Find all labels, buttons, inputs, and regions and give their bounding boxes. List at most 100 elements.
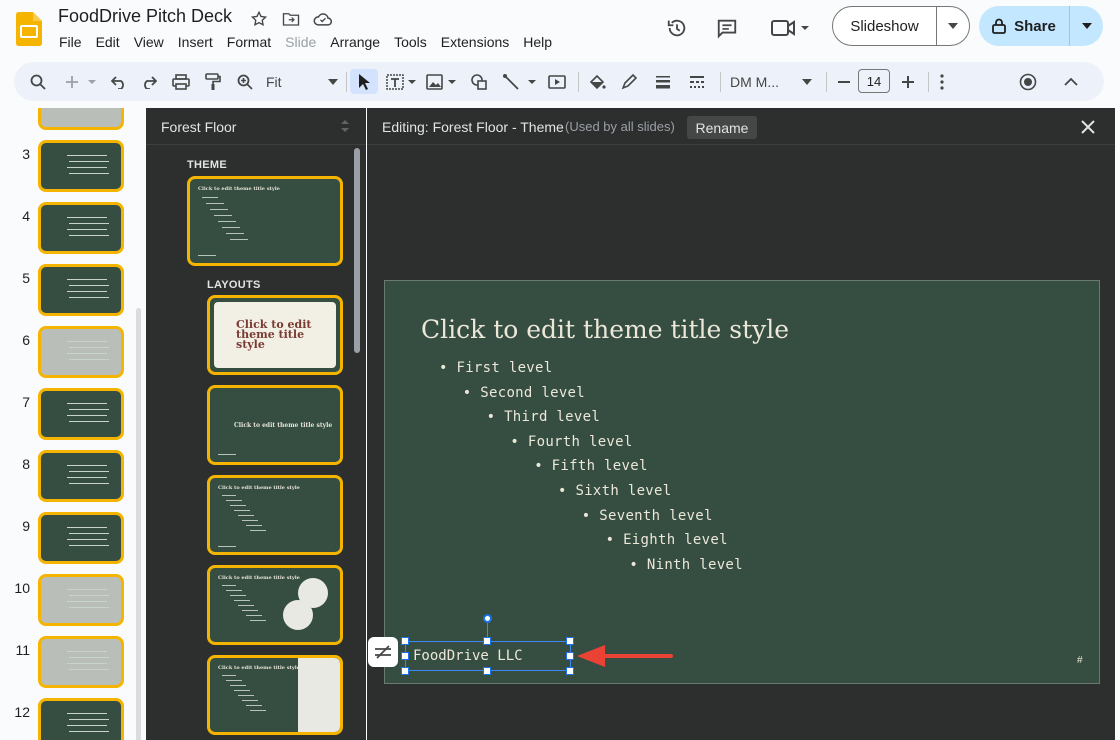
history-icon[interactable]: [662, 12, 692, 44]
bullet-level-9[interactable]: • Ninth level: [629, 557, 743, 573]
move-folder-icon[interactable]: [280, 8, 302, 30]
layout-panel-scrollbar[interactable]: [354, 148, 360, 353]
cloud-saved-icon[interactable]: [312, 8, 334, 30]
footer-text[interactable]: FoodDrive LLC: [413, 648, 523, 664]
search-icon[interactable]: [26, 69, 50, 94]
layout-thumbnail-title-side-image[interactable]: Click to edit theme title style: [207, 655, 343, 735]
layout-thumbnail-section[interactable]: Click to edit theme title style: [207, 385, 343, 465]
font-select[interactable]: DM M...: [730, 69, 812, 94]
slideshow-button[interactable]: Slideshow: [832, 6, 970, 46]
bullet-level-8[interactable]: • Eighth level: [606, 532, 728, 548]
collapse-icon[interactable]: [1060, 69, 1082, 94]
more-icon[interactable]: [934, 69, 950, 94]
bullet-text: Sixth level: [575, 483, 672, 499]
resize-handle[interactable]: [401, 652, 409, 660]
filmstrip-slide[interactable]: 7: [0, 388, 135, 444]
filmstrip-slide[interactable]: 11: [0, 636, 135, 692]
close-icon[interactable]: [1079, 118, 1097, 136]
zoom-select[interactable]: Fit: [266, 69, 338, 94]
fill-color-icon[interactable]: [586, 69, 608, 94]
layout-thumbnail-title-body[interactable]: Click to edit theme title style: [207, 475, 343, 555]
menu-arrange[interactable]: Arrange: [323, 32, 387, 52]
menu-tools[interactable]: Tools: [387, 32, 434, 52]
menu-format[interactable]: Format: [220, 32, 278, 52]
slide-number: 10: [14, 580, 30, 596]
video-icon[interactable]: [546, 69, 568, 94]
layout-thumbnail-title-images[interactable]: Click to edit theme title style: [207, 565, 343, 645]
slide-title-placeholder[interactable]: Click to edit theme title style: [421, 315, 789, 344]
filmstrip-slide[interactable]: 4: [0, 202, 135, 258]
menu-help[interactable]: Help: [516, 32, 559, 52]
bullet-level-7[interactable]: • Seventh level: [582, 508, 713, 524]
resize-handle[interactable]: [566, 652, 574, 660]
border-color-icon[interactable]: [618, 69, 640, 94]
paint-format-icon[interactable]: [202, 69, 224, 94]
bullet-level-6[interactable]: • Sixth level: [558, 483, 672, 499]
slideshow-label[interactable]: Slideshow: [833, 7, 937, 45]
resize-handle[interactable]: [483, 667, 491, 675]
redo-icon[interactable]: [138, 69, 160, 94]
slides-logo-icon[interactable]: [16, 12, 42, 46]
resize-handle[interactable]: [566, 667, 574, 675]
menu-file[interactable]: File: [52, 32, 89, 52]
font-size-input[interactable]: 14: [858, 69, 890, 93]
no-autofit-icon[interactable]: [368, 637, 398, 667]
resize-handle[interactable]: [401, 637, 409, 645]
share-dropdown-icon[interactable]: [1070, 6, 1103, 46]
sort-arrows-icon[interactable]: [339, 118, 351, 134]
bullet-level-5[interactable]: • Fifth level: [534, 458, 648, 474]
rotate-handle[interactable]: [483, 614, 492, 623]
text-box-icon[interactable]: [384, 69, 418, 94]
menu-extensions[interactable]: Extensions: [434, 32, 516, 52]
document-title[interactable]: FoodDrive Pitch Deck: [58, 6, 232, 27]
zoom-icon[interactable]: [234, 69, 256, 94]
undo-icon[interactable]: [108, 69, 130, 94]
star-icon[interactable]: [248, 8, 270, 30]
border-dash-icon[interactable]: [686, 69, 708, 94]
record-icon[interactable]: [1016, 69, 1040, 94]
resize-handle[interactable]: [483, 637, 491, 645]
filmstrip-slide[interactable]: 8: [0, 450, 135, 506]
theme-editor: Editing: Forest Floor - Theme (Used by a…: [367, 108, 1115, 740]
theme-master-thumbnail[interactable]: Click to edit theme title style: [187, 176, 343, 266]
share-button[interactable]: Share: [979, 6, 1103, 46]
resize-handle[interactable]: [401, 667, 409, 675]
shape-icon[interactable]: [468, 69, 490, 94]
comments-icon[interactable]: [712, 12, 742, 44]
bullet-level-4[interactable]: • Fourth level: [510, 434, 632, 450]
bullet-level-2[interactable]: • Second level: [463, 385, 585, 401]
decrease-font-size-icon[interactable]: [834, 69, 854, 94]
filmstrip-scrollbar[interactable]: [136, 308, 141, 740]
filmstrip-slide[interactable]: 10: [0, 574, 135, 630]
filmstrip-slide-partial[interactable]: [0, 108, 135, 134]
slideshow-dropdown-icon[interactable]: [937, 7, 969, 45]
rename-button[interactable]: Rename: [687, 116, 757, 139]
filmstrip-slide[interactable]: 5: [0, 264, 135, 320]
select-icon[interactable]: [350, 69, 378, 94]
bullet-level-1[interactable]: • First level: [439, 360, 553, 376]
print-icon[interactable]: [170, 69, 192, 94]
filmstrip-slide[interactable]: 12: [0, 698, 135, 740]
slide-number-placeholder[interactable]: #: [1077, 655, 1083, 666]
slide-thumbnail: [38, 140, 124, 192]
app-header: FoodDrive Pitch Deck File Edit View Inse…: [0, 0, 1120, 58]
menu-edit[interactable]: Edit: [89, 32, 127, 52]
slide-filmstrip[interactable]: 3 4 5 6 7 8 9 10 11 12: [0, 108, 145, 740]
line-icon[interactable]: [500, 69, 540, 94]
filmstrip-slide[interactable]: 3: [0, 140, 135, 196]
filmstrip-slide[interactable]: 6: [0, 326, 135, 382]
layout-thumbnail-title[interactable]: Click to edit theme title style: [207, 295, 343, 375]
image-icon[interactable]: [424, 69, 458, 94]
filmstrip-slide[interactable]: 9: [0, 512, 135, 568]
meet-video-icon[interactable]: [768, 12, 812, 44]
menu-view[interactable]: View: [127, 32, 171, 52]
bullet-level-3[interactable]: • Third level: [487, 409, 601, 425]
resize-handle[interactable]: [566, 637, 574, 645]
increase-font-size-icon[interactable]: [898, 69, 918, 94]
menu-bar: File Edit View Insert Format Slide Arran…: [52, 32, 559, 52]
share-main[interactable]: Share: [979, 6, 1070, 46]
add-icon[interactable]: [62, 69, 98, 94]
menu-insert[interactable]: Insert: [171, 32, 220, 52]
border-weight-icon[interactable]: [652, 69, 674, 94]
slide-canvas[interactable]: Click to edit theme title style • First …: [384, 280, 1100, 684]
